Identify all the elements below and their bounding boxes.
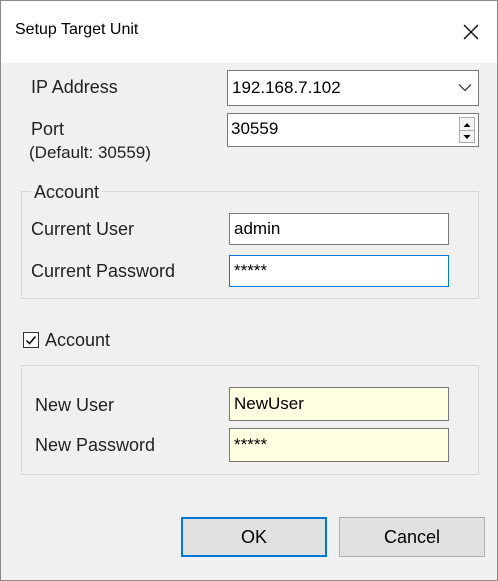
chevron-down-icon bbox=[458, 84, 472, 92]
ip-address-value: 192.168.7.102 bbox=[232, 78, 341, 97]
close-button[interactable] bbox=[447, 1, 497, 63]
ip-address-label: IP Address bbox=[31, 77, 118, 97]
dialog-title: Setup Target Unit bbox=[15, 21, 139, 38]
port-stepper[interactable]: 30559 bbox=[227, 113, 479, 147]
new-password-label: New Password bbox=[35, 435, 156, 455]
current-password-label: Current Password bbox=[31, 261, 176, 281]
ip-address-select[interactable]: 192.168.7.102 bbox=[227, 70, 479, 106]
current-user-label: Current User bbox=[31, 219, 135, 239]
current-account-legend: Account bbox=[31, 182, 103, 203]
port-value: 30559 bbox=[231, 119, 279, 138]
account-checkbox-label[interactable]: Account bbox=[45, 330, 110, 351]
spin-down-button[interactable] bbox=[460, 130, 474, 142]
cancel-button[interactable]: Cancel bbox=[339, 517, 485, 557]
port-default-hint: (Default: 30559) bbox=[29, 143, 151, 162]
current-password-field[interactable]: ***** bbox=[229, 255, 449, 287]
new-password-field[interactable]: ***** bbox=[229, 428, 449, 462]
new-user-field[interactable]: NewUser bbox=[229, 387, 449, 421]
title-bar: Setup Target Unit bbox=[1, 1, 497, 63]
checkmark-icon bbox=[25, 336, 37, 345]
ok-button[interactable]: OK bbox=[181, 517, 327, 557]
current-user-field[interactable]: admin bbox=[229, 213, 449, 245]
account-checkbox[interactable] bbox=[23, 332, 39, 348]
triangle-down-icon bbox=[463, 135, 471, 139]
close-icon bbox=[463, 24, 479, 40]
port-spin-buttons bbox=[459, 117, 475, 143]
setup-target-unit-dialog: Setup Target Unit IP Address 192.168.7.1… bbox=[0, 0, 498, 581]
new-user-label: New User bbox=[35, 395, 115, 415]
port-label: Port bbox=[31, 119, 65, 139]
